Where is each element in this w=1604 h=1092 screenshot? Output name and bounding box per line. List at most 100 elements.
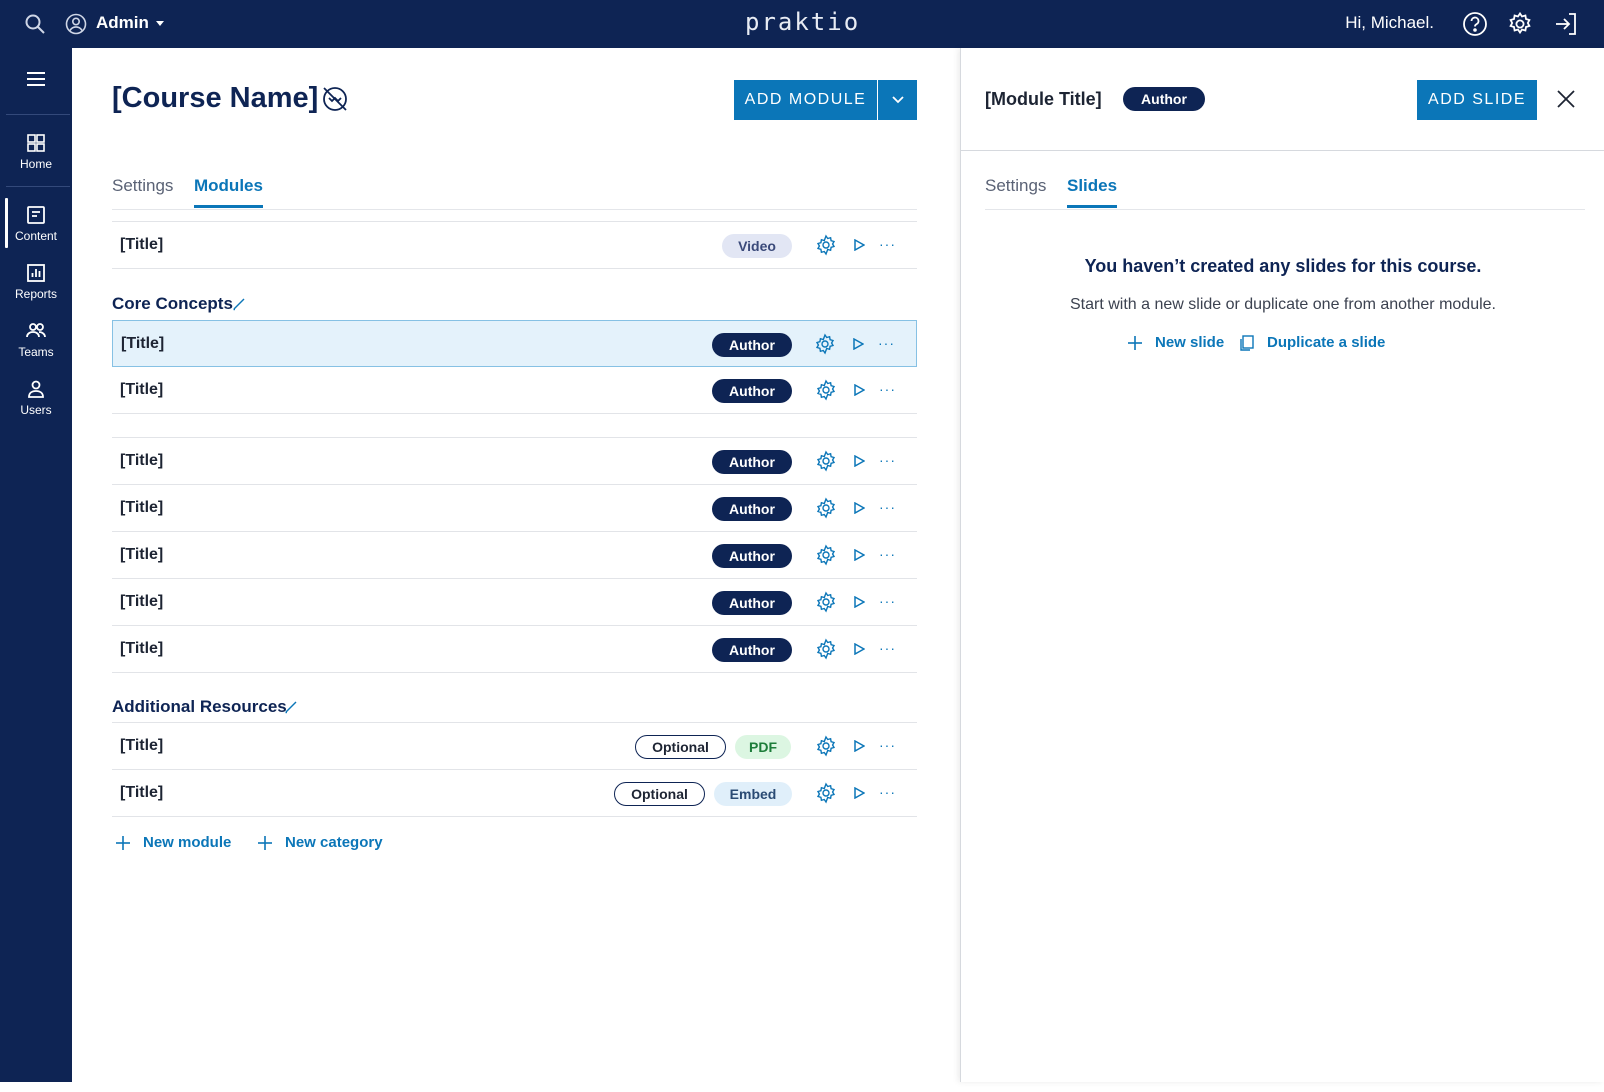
hamburger-menu-icon[interactable] xyxy=(24,69,48,89)
gear-icon[interactable] xyxy=(815,638,837,660)
module-row[interactable]: [Title] Author ··· xyxy=(112,532,917,579)
play-icon[interactable] xyxy=(853,740,865,752)
module-row[interactable]: [Title] Author ··· xyxy=(112,367,917,414)
row-actions: ··· xyxy=(813,497,917,521)
new-module-button[interactable]: New module xyxy=(115,834,231,851)
module-title: [Title] xyxy=(121,335,165,352)
play-icon[interactable] xyxy=(853,502,865,514)
plus-icon xyxy=(258,835,272,850)
tab-settings[interactable]: Settings xyxy=(112,176,173,196)
tab-slides[interactable]: Slides xyxy=(1067,176,1118,208)
play-icon[interactable] xyxy=(853,549,865,561)
person-icon xyxy=(28,380,44,398)
user-circle-icon[interactable] xyxy=(65,13,87,35)
nav-item-reports[interactable]: Reports xyxy=(0,262,72,301)
type-badge-embed: Embed xyxy=(714,782,792,806)
role-switcher[interactable]: Admin xyxy=(96,13,149,33)
pencil-icon[interactable] xyxy=(232,297,246,311)
more-options-icon[interactable]: ··· xyxy=(879,546,899,562)
module-row[interactable]: [Title] Optional Embed ··· xyxy=(112,770,917,817)
play-icon[interactable] xyxy=(853,787,865,799)
app-logo[interactable]: praktio xyxy=(745,8,860,36)
divider xyxy=(6,186,70,187)
play-icon[interactable] xyxy=(853,643,865,655)
nav-item-users[interactable]: Users xyxy=(0,378,72,417)
play-icon[interactable] xyxy=(853,384,865,396)
user-greeting: Hi, Michael. xyxy=(1345,13,1434,32)
add-module-dropdown-button[interactable] xyxy=(878,80,917,120)
status-badge-author: Author xyxy=(712,450,792,474)
add-module-button[interactable]: ADD MODULE xyxy=(734,80,877,120)
module-title: [Title] xyxy=(120,593,164,610)
bar-chart-icon xyxy=(27,264,45,282)
gear-icon[interactable] xyxy=(1507,11,1533,37)
more-options-icon[interactable]: ··· xyxy=(879,452,899,468)
module-row[interactable]: [Title] Author ··· xyxy=(112,626,917,673)
unpublished-icon[interactable] xyxy=(320,84,350,114)
gear-icon[interactable] xyxy=(815,379,837,401)
tab-modules[interactable]: Modules xyxy=(194,176,263,208)
course-title: [Course Name] xyxy=(112,82,319,114)
more-options-icon[interactable]: ··· xyxy=(879,784,899,800)
course-editor: [Course Name] ADD MODULE Settings Module… xyxy=(72,48,960,1082)
play-icon[interactable] xyxy=(852,338,864,350)
type-badge-video: Video xyxy=(722,234,792,258)
row-actions: ··· xyxy=(813,450,917,474)
gear-icon[interactable] xyxy=(815,450,837,472)
gear-icon[interactable] xyxy=(815,735,837,757)
status-badge-author: Author xyxy=(712,638,792,662)
row-actions: ··· xyxy=(813,544,917,568)
tab-settings[interactable]: Settings xyxy=(985,176,1046,196)
help-icon[interactable] xyxy=(1462,11,1488,37)
status-badge-author: Author xyxy=(712,497,792,521)
nav-item-home[interactable]: Home xyxy=(0,132,72,171)
status-badge-author: Author xyxy=(712,544,792,568)
module-row[interactable]: [Title] Author ··· xyxy=(112,438,917,485)
plus-icon xyxy=(1128,335,1142,350)
new-slide-label: New slide xyxy=(1155,334,1225,351)
module-title: [Module Title] xyxy=(985,89,1102,109)
more-options-icon[interactable]: ··· xyxy=(878,335,898,351)
more-options-icon[interactable]: ··· xyxy=(879,593,899,609)
gear-icon[interactable] xyxy=(815,591,837,613)
module-row-selected[interactable]: [Title] Author ··· xyxy=(112,320,917,367)
module-title: [Title] xyxy=(120,737,164,754)
status-badge-author: Author xyxy=(712,379,792,403)
chevron-down-icon[interactable] xyxy=(155,20,165,28)
row-actions: ··· xyxy=(813,379,917,403)
nav-item-content[interactable]: Content xyxy=(0,198,72,248)
more-options-icon[interactable]: ··· xyxy=(879,236,899,252)
row-actions: ··· xyxy=(813,591,917,615)
gear-icon[interactable] xyxy=(815,544,837,566)
play-icon[interactable] xyxy=(853,239,865,251)
duplicate-slide-button[interactable]: Duplicate a slide xyxy=(1239,334,1385,351)
duplicate-slide-label: Duplicate a slide xyxy=(1267,334,1386,351)
nav-item-teams[interactable]: Teams xyxy=(0,320,72,359)
module-row[interactable]: [Title] Author ··· xyxy=(112,579,917,626)
more-options-icon[interactable]: ··· xyxy=(879,640,899,656)
new-slide-button[interactable]: New slide xyxy=(1127,334,1224,351)
search-icon[interactable] xyxy=(24,13,46,35)
module-row[interactable]: [Title] Video ··· xyxy=(112,222,917,269)
gear-icon[interactable] xyxy=(815,497,837,519)
module-row[interactable]: [Title] Author ··· xyxy=(112,485,917,532)
more-options-icon[interactable]: ··· xyxy=(879,381,899,397)
more-options-icon[interactable]: ··· xyxy=(879,737,899,753)
nav-label: Content xyxy=(14,229,58,243)
gear-icon[interactable] xyxy=(815,782,837,804)
new-category-button[interactable]: New category xyxy=(257,834,383,851)
more-options-icon[interactable]: ··· xyxy=(879,499,899,515)
empty-state-title: You haven’t created any slides for this … xyxy=(1084,256,1482,276)
play-icon[interactable] xyxy=(853,596,865,608)
plus-icon xyxy=(116,835,130,850)
add-slide-button[interactable]: ADD SLIDE xyxy=(1417,80,1537,120)
gear-icon[interactable] xyxy=(815,234,837,256)
logout-icon[interactable] xyxy=(1553,11,1579,37)
module-row[interactable]: [Title] Optional PDF ··· xyxy=(112,723,917,770)
module-detail-panel: [Module Title] Author ADD SLIDE Settings… xyxy=(960,48,1604,1082)
divider xyxy=(6,114,70,115)
close-icon[interactable] xyxy=(1555,88,1577,110)
pencil-icon[interactable] xyxy=(284,700,298,714)
play-icon[interactable] xyxy=(853,455,865,467)
gear-icon[interactable] xyxy=(814,333,836,355)
